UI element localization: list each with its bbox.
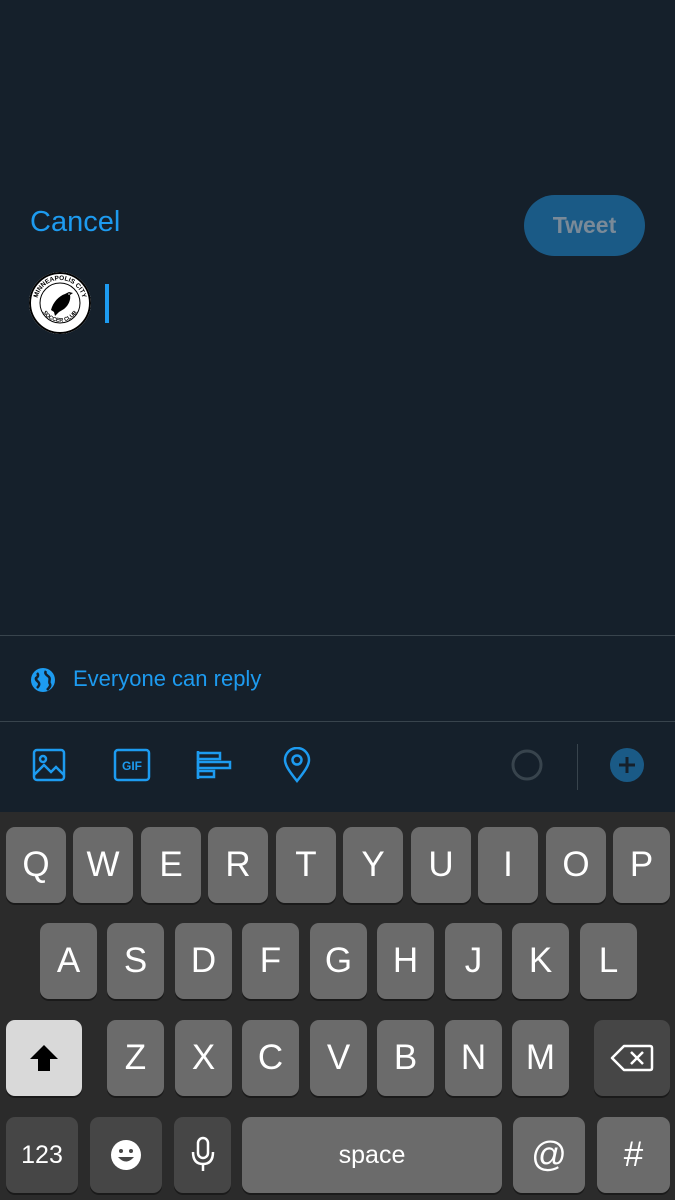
progress-ring-icon [507,745,547,785]
key-z[interactable]: Z [107,1020,164,1096]
key-e[interactable]: E [141,827,201,903]
key-x[interactable]: X [175,1020,232,1096]
key-y[interactable]: Y [343,827,403,903]
space-key[interactable]: space [242,1117,502,1193]
key-g[interactable]: G [310,923,367,999]
key-d[interactable]: D [175,923,232,999]
microphone-icon [191,1136,214,1171]
at-key[interactable]: @ [513,1117,585,1193]
reply-setting-row[interactable]: Everyone can reply [0,636,675,721]
gif-label: GIF [122,759,142,773]
poll-icon[interactable] [194,745,234,785]
emoji-key[interactable] [90,1117,162,1193]
key-f[interactable]: F [242,923,299,999]
key-q[interactable]: Q [6,827,66,903]
shift-key[interactable] [6,1020,82,1096]
image-icon[interactable] [29,745,69,785]
key-a[interactable]: A [40,923,97,999]
key-h[interactable]: H [377,923,434,999]
key-j[interactable]: J [445,923,502,999]
hash-key[interactable]: # [597,1117,670,1193]
backspace-key[interactable] [594,1020,670,1096]
reply-setting-label: Everyone can reply [73,666,262,691]
tweet-button[interactable]: Tweet [524,195,645,256]
keyboard: Q W E R T Y U I O P A S D F G H J K L Z … [0,812,675,1200]
key-w[interactable]: W [73,827,133,903]
gif-icon[interactable]: GIF [112,745,152,785]
toolbar-divider [577,744,578,790]
key-u[interactable]: U [411,827,471,903]
key-b[interactable]: B [377,1020,434,1096]
crow-logo-icon: MINNEAPOLIS CITY SOCCER CLUB [29,272,91,334]
key-n[interactable]: N [445,1020,502,1096]
key-k[interactable]: K [512,923,569,999]
numbers-key[interactable]: 123 [6,1117,78,1193]
add-tweet-icon[interactable] [607,745,647,785]
key-v[interactable]: V [310,1020,367,1096]
key-s[interactable]: S [107,923,164,999]
shift-icon [30,1045,58,1071]
globe-icon [31,668,55,692]
location-icon[interactable] [277,745,317,785]
key-o[interactable]: O [546,827,606,903]
key-m[interactable]: M [512,1020,569,1096]
compose-area: Cancel Tweet MINNEAPOLIS CITY SOCCER CLU… [0,0,675,636]
text-cursor [105,284,109,323]
cancel-button[interactable]: Cancel [30,206,120,239]
key-c[interactable]: C [242,1020,299,1096]
backspace-icon [610,1044,654,1072]
microphone-key[interactable] [174,1117,231,1193]
key-t[interactable]: T [276,827,336,903]
key-r[interactable]: R [208,827,268,903]
emoji-icon [111,1140,141,1170]
compose-toolbar: GIF [0,722,675,812]
key-p[interactable]: P [613,827,670,903]
avatar[interactable]: MINNEAPOLIS CITY SOCCER CLUB [29,272,91,334]
key-l[interactable]: L [580,923,637,999]
key-i[interactable]: I [478,827,538,903]
